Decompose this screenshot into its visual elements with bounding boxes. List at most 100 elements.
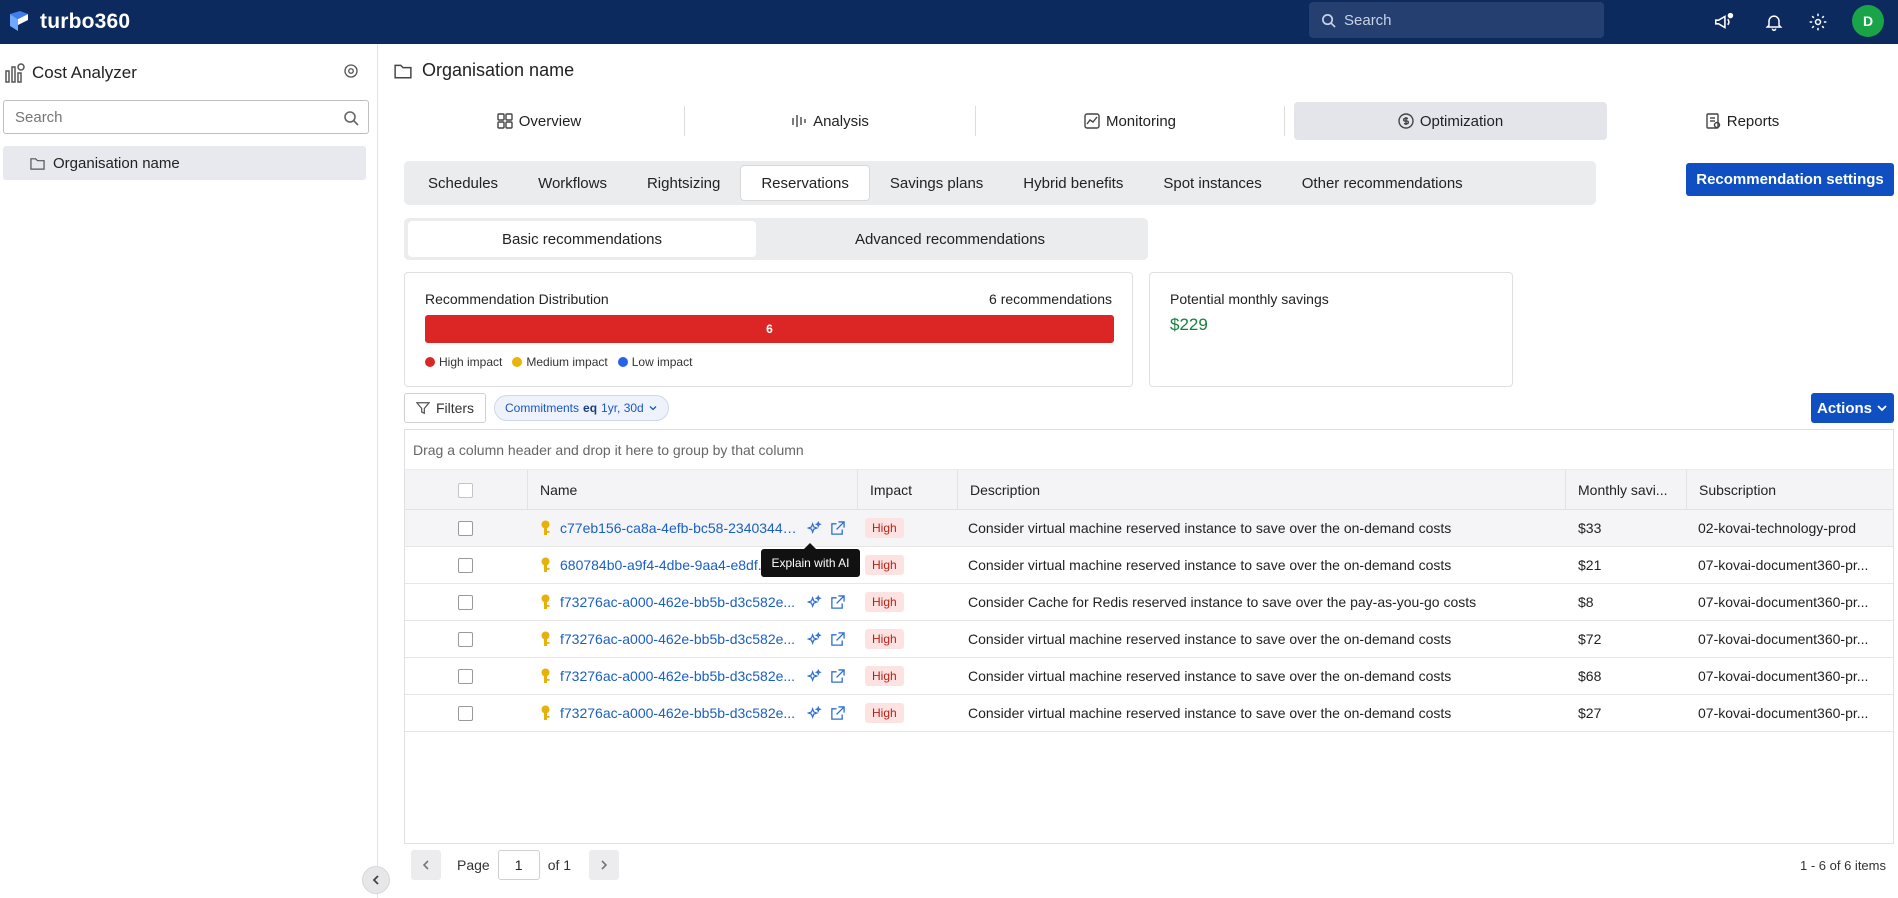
legend-dot (425, 357, 435, 367)
legend-low-label: Low impact (631, 355, 693, 369)
subtab-savings-plans[interactable]: Savings plans (870, 165, 1003, 201)
next-page-button[interactable] (589, 850, 620, 880)
basic-recommendations-tab[interactable]: Basic recommendations (408, 221, 756, 257)
row-checkbox[interactable] (458, 631, 473, 647)
legend-medium: Medium impact (512, 355, 608, 369)
table-row[interactable]: c77eb156-ca8a-4efb-bc58-23403449... High C… (405, 510, 1893, 547)
subtab-workflows[interactable]: Workflows (518, 165, 627, 201)
sidebar-item-label: Organisation name (53, 154, 180, 172)
global-search-input[interactable]: Search (1309, 2, 1604, 38)
chevron-left-icon (372, 875, 379, 885)
table-row[interactable]: f73276ac-a000-462e-bb5b-d3c582e... High Co… (405, 658, 1893, 695)
prev-page-button[interactable] (411, 850, 441, 880)
subtab-schedules[interactable]: Schedules (408, 165, 518, 201)
subtab-rightsizing[interactable]: Rightsizing (627, 165, 740, 201)
brand[interactable]: turbo360 (8, 10, 130, 34)
resource-name-link[interactable]: f73276ac-a000-462e-bb5b-d3c582e... (560, 594, 797, 610)
tab-reports[interactable]: Reports (1607, 102, 1877, 140)
search-icon (344, 111, 359, 126)
monthly-savings-cell: $21 (1578, 557, 1602, 573)
subtab-spot-instances[interactable]: Spot instances (1143, 165, 1281, 201)
page-number-input[interactable] (497, 850, 540, 880)
table-row[interactable]: f73276ac-a000-462e-bb5b-d3c582e... High Co… (405, 621, 1893, 658)
resource-name-link[interactable]: f73276ac-a000-462e-bb5b-d3c582e... (560, 668, 797, 684)
subscription-cell: 07-kovai-document360-pr... (1698, 631, 1869, 647)
resource-name-link[interactable]: f73276ac-a000-462e-bb5b-d3c582e... (560, 631, 797, 647)
sparkle-icon[interactable] (807, 668, 822, 684)
column-header-description[interactable]: Description (957, 470, 1565, 510)
subscription-cell: 02-kovai-technology-prod (1698, 520, 1856, 536)
impact-badge: High (865, 666, 904, 686)
row-checkbox[interactable] (458, 520, 473, 536)
sidebar-collapse-button[interactable] (362, 866, 390, 894)
chip-field: Commitments (505, 401, 580, 415)
high-impact-bar: 6 (425, 315, 1114, 343)
reports-icon (1706, 113, 1720, 129)
group-drop-panel[interactable]: Drag a column header and drop it here to… (405, 430, 1893, 470)
row-checkbox[interactable] (458, 594, 473, 610)
column-header-monthly-savings[interactable]: Monthly savi... (1565, 470, 1686, 510)
user-avatar[interactable]: D (1852, 5, 1884, 37)
subtab-reservations[interactable]: Reservations (740, 165, 870, 201)
row-checkbox[interactable] (458, 705, 473, 721)
name-cell: f73276ac-a000-462e-bb5b-d3c582e... (539, 695, 857, 731)
actions-button[interactable]: Actions (1811, 393, 1894, 423)
column-header-impact[interactable]: Impact (857, 470, 957, 510)
select-all-checkbox[interactable] (458, 482, 473, 498)
description-cell: Consider virtual machine reserved instan… (968, 631, 1452, 647)
row-checkbox[interactable] (458, 668, 473, 684)
table-row[interactable]: f73276ac-a000-462e-bb5b-d3c582e... High Co… (405, 584, 1893, 621)
filters-label: Filters (435, 400, 475, 416)
external-link-icon[interactable] (830, 705, 845, 721)
sparkle-icon[interactable] (807, 594, 822, 610)
description-cell: Consider virtual machine reserved instan… (968, 557, 1452, 573)
legend-dot (617, 357, 628, 367)
bell-icon[interactable] (1762, 10, 1786, 34)
legend-dot (512, 357, 523, 367)
column-header-subscription[interactable]: Subscription (1686, 470, 1893, 510)
filters-button[interactable]: Filters (404, 393, 486, 423)
page-title-text: Organisation name (422, 60, 575, 80)
tab-optimization-label: Optimization (1419, 112, 1504, 130)
external-link-icon[interactable] (830, 520, 845, 536)
search-icon (1322, 13, 1336, 28)
sparkle-icon[interactable] (807, 705, 822, 721)
pager: Page of 1 1 - 6 of 6 items (404, 848, 1894, 882)
subscription-cell: 07-kovai-document360-pr... (1698, 668, 1869, 684)
monthly-savings-cell: $27 (1578, 705, 1602, 721)
recommendation-settings-button[interactable]: Recommendation settings (1686, 163, 1894, 196)
subscription-cell: 07-kovai-document360-pr... (1698, 557, 1869, 573)
table-row[interactable]: 680784b0-a9f4-4dbe-9aa4-e8df... High Consi… (405, 547, 1893, 584)
sidebar-item-organisation[interactable]: Organisation name (3, 146, 366, 180)
subtab-other-recommendations[interactable]: Other recommendations (1282, 165, 1483, 201)
subtab-hybrid-benefits[interactable]: Hybrid benefits (1003, 165, 1143, 201)
resource-name-link[interactable]: c77eb156-ca8a-4efb-bc58-23403449... (560, 520, 797, 536)
sidebar-settings-icon[interactable] (342, 62, 360, 80)
table-row[interactable]: f73276ac-a000-462e-bb5b-d3c582e... High Co… (405, 695, 1893, 732)
sidebar-search-input[interactable] (15, 108, 335, 126)
external-link-icon[interactable] (830, 668, 845, 684)
sparkle-icon[interactable] (807, 631, 822, 647)
resource-name-link[interactable]: f73276ac-a000-462e-bb5b-d3c582e... (560, 705, 797, 721)
row-checkbox[interactable] (458, 557, 473, 573)
sparkle-icon[interactable] (807, 520, 822, 536)
recommendations-grid: Drag a column header and drop it here to… (404, 429, 1894, 844)
external-link-icon[interactable] (830, 594, 845, 610)
announcement-icon[interactable] (1712, 10, 1736, 34)
tab-analysis[interactable]: Analysis (685, 102, 975, 140)
description-cell: Consider virtual machine reserved instan… (968, 520, 1452, 536)
filter-chip-commitments[interactable]: Commitments eq 1yr, 30d (494, 395, 669, 421)
external-link-icon[interactable] (830, 631, 845, 647)
tab-monitoring[interactable]: Monitoring (976, 102, 1284, 140)
tab-overview[interactable]: Overview (394, 102, 684, 140)
tab-optimization[interactable]: Optimization (1294, 102, 1607, 140)
advanced-recommendations-tab[interactable]: Advanced recommendations (756, 221, 1144, 257)
sidebar-search[interactable] (3, 100, 369, 134)
cost-analyzer-icon (5, 63, 25, 83)
gear-icon[interactable] (1806, 10, 1830, 34)
page-title: Organisation name (394, 60, 574, 81)
column-header-name[interactable]: Name (527, 470, 857, 510)
chip-operator: eq (583, 401, 598, 415)
sidebar-header: Cost Analyzer (0, 58, 378, 88)
tab-reports-label: Reports (1726, 112, 1780, 130)
